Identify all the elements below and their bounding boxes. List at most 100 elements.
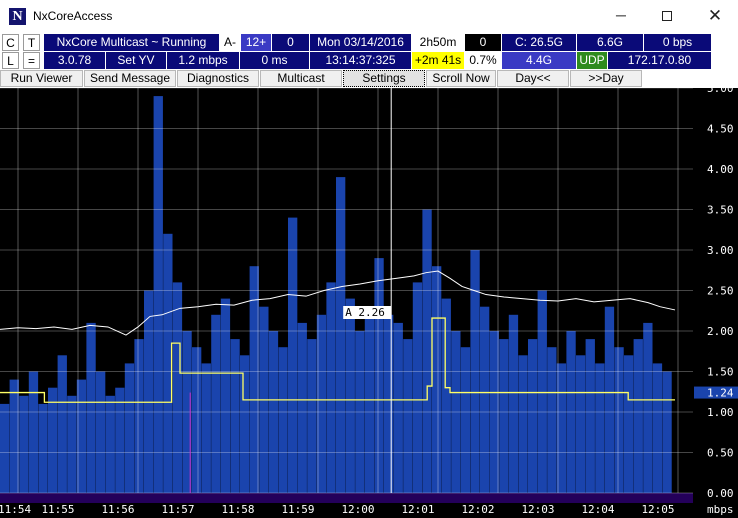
data-bar [547,347,557,493]
set-yv-button[interactable]: Set YV [106,52,166,69]
y-tick-label: 0.00 [707,487,734,500]
x-tick-label: 12:02 [461,503,494,516]
x-tick-label: 12:04 [581,503,614,516]
data-bar [585,339,595,493]
throughput-chart[interactable]: A 2.26 0.00 0.50 1.00 1.50 2.00 2.50 3.00 3.50 4.… [0,88,738,518]
counter-a: 0 [272,34,309,51]
x-tick-label: 12:00 [341,503,374,516]
y-tick-label: 4.50 [707,123,734,136]
close-button[interactable]: ✕ [692,0,738,32]
x-tick-label: 11:55 [41,503,74,516]
data-bar [508,314,519,493]
y-tick-label: 5.00 [707,88,734,95]
latency-display: 0 ms [240,52,309,69]
data-bar [633,339,643,493]
bps-display: 0 bps [644,34,711,51]
x-tick-label: 12:05 [641,503,674,516]
y-tick-label: 4.00 [707,163,734,176]
ip-display: 172.17.0.80 [608,52,711,69]
current-value-label: 1.24 [707,387,734,400]
data-bar [57,355,67,493]
c-button[interactable]: C [2,34,19,51]
size-display-c: 4.4G [502,52,576,69]
data-bar [124,363,135,493]
data-bar [441,298,451,493]
data-bar [288,217,298,493]
data-bar [326,282,336,493]
send-message-button[interactable]: Send Message [84,70,176,87]
version-display: 3.0.78 [44,52,105,69]
y-tick-label: 1.00 [707,406,734,419]
maximize-button[interactable] [644,0,690,32]
y-tick-label: 2.00 [707,325,734,338]
data-bar [86,322,96,493]
y-tick-label: 3.00 [707,244,734,257]
data-bar [528,339,538,493]
rate-display: 1.2 mbps [167,52,239,69]
data-bar [96,371,106,493]
diagnostics-button[interactable]: Diagnostics [177,70,259,87]
time-axis-band [0,493,693,503]
data-bar [153,96,163,493]
data-bar [422,209,432,493]
y-tick-label: 2.50 [707,285,734,298]
minimize-button[interactable]: ─ [598,0,644,32]
data-bar [432,266,442,493]
count-badge: 12+ [241,34,271,51]
data-bar [374,258,384,493]
cache-size: C: 26.5G [502,34,576,51]
data-bar [201,363,211,493]
data-bar [230,339,240,493]
data-bar [662,371,672,493]
data-bar [0,403,10,493]
data-bar [192,347,202,493]
data-bar [412,282,423,493]
day-back-button[interactable]: Day<< [497,70,569,87]
window-title: NxCoreAccess [33,9,113,23]
data-bar [115,387,125,493]
run-viewer-button[interactable]: Run Viewer [0,70,83,87]
x-tick-label: 11:54 [0,503,31,516]
data-bar [19,395,29,493]
app-logo-icon: N [9,8,26,25]
data-bar [614,347,624,493]
data-bar [595,363,605,493]
l-button[interactable]: L [2,52,19,69]
data-bar [105,395,115,493]
a-minus-toggle[interactable]: A- [220,34,240,51]
data-bar [460,347,471,493]
counter-b: 0 [465,34,501,51]
time-display: 13:14:37:325 [310,52,411,69]
scroll-now-button[interactable]: Scroll Now [426,70,496,87]
y-tick-label: 1.50 [707,366,734,379]
x-tick-label: 11:57 [161,503,194,516]
day-forward-button[interactable]: >>Day [570,70,642,87]
y-tick-label: 3.50 [707,204,734,217]
chart-canvas: A 2.26 0.00 0.50 1.00 1.50 2.00 2.50 3.00 3.50 4.… [0,88,738,518]
x-tick-label: 11:58 [221,503,254,516]
data-bar [240,355,250,493]
data-bar [220,298,231,493]
y-tick-label: 0.50 [707,447,734,460]
x-tick-label: 11:59 [281,503,314,516]
data-bar [48,387,58,493]
data-bar [38,403,48,493]
protocol-badge: UDP [577,52,607,69]
data-bar [604,306,615,493]
data-bar [518,355,528,493]
multicast-button[interactable]: Multicast [260,70,342,87]
data-bar [211,314,221,493]
data-bar [172,282,183,493]
data-bar [278,347,288,493]
data-bar [384,314,394,493]
data-bar [297,322,307,493]
date-display: Mon 03/14/2016 [310,34,411,51]
y-unit-label: mbps [707,503,734,516]
data-bar [576,355,586,493]
t-button[interactable]: T [23,34,40,51]
settings-button[interactable]: Settings [343,70,425,87]
elapsed-display: 2h50m [412,34,464,51]
data-bar [67,395,77,493]
equals-button[interactable]: = [23,52,40,69]
percent-display: 0.7% [465,52,501,69]
